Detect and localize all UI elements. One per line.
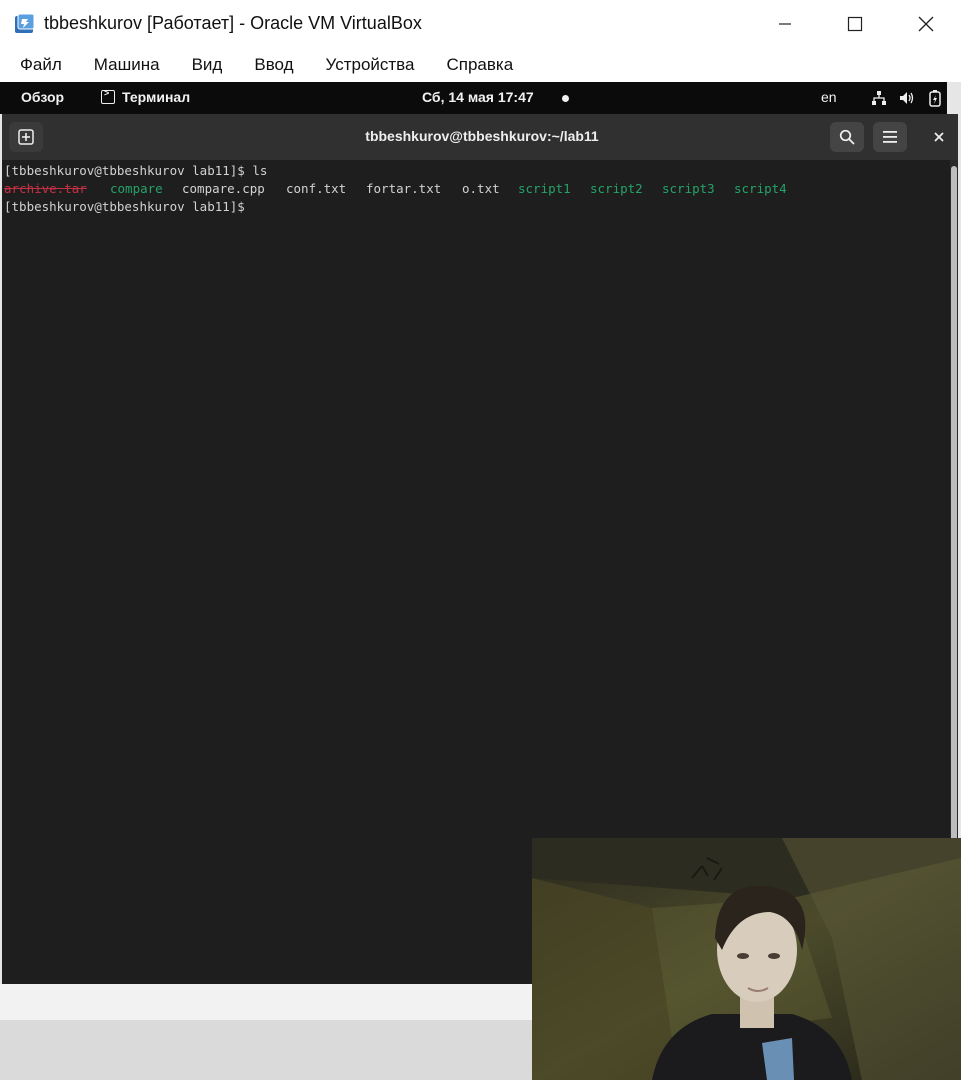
network-icon[interactable] xyxy=(869,88,889,108)
terminal-icon xyxy=(101,88,115,104)
menu-bar: Файл Машина Вид Ввод Устройства Справка xyxy=(0,48,961,82)
file-entry: script1 xyxy=(518,181,571,196)
terminal-header-bar: tbbeshkurov@tbbeshkurov:~/lab11 xyxy=(2,114,958,160)
activities-button[interactable]: Обзор xyxy=(21,89,64,105)
prompt: [tbbeshkurov@tbbeshkurov lab11]$ xyxy=(4,163,253,178)
window-title: tbbeshkurov [Работает] - Oracle VM Virtu… xyxy=(44,13,422,33)
file-entry: fortar.txt xyxy=(366,181,442,196)
file-entry: compare xyxy=(110,181,163,196)
menu-file[interactable]: Файл xyxy=(0,48,78,82)
close-icon xyxy=(934,132,944,142)
file-entry: o.txt xyxy=(462,181,500,196)
battery-icon[interactable] xyxy=(925,88,945,108)
notification-dot xyxy=(562,95,569,102)
volume-icon[interactable] xyxy=(897,88,917,108)
prompt: [tbbeshkurov@tbbeshkurov lab11]$ xyxy=(4,199,253,214)
menu-view[interactable]: Вид xyxy=(176,48,239,82)
virtualbox-icon xyxy=(14,13,36,35)
gnome-top-bar: Обзор Терминал Сб, 14 мая 17:47 en xyxy=(0,82,947,114)
menu-machine[interactable]: Машина xyxy=(78,48,176,82)
app-menu[interactable]: Терминал xyxy=(101,88,191,105)
terminal-close-button[interactable] xyxy=(924,122,954,152)
file-entry: archive.tar xyxy=(4,181,87,196)
clock[interactable]: Сб, 14 мая 17:47 xyxy=(422,89,534,105)
webcam-overlay xyxy=(532,838,961,1080)
menu-help[interactable]: Справка xyxy=(430,48,529,82)
terminal-line: [tbbeshkurov@tbbeshkurov lab11]$ ls xyxy=(4,162,267,180)
search-icon xyxy=(839,129,855,145)
hamburger-menu-button[interactable] xyxy=(873,122,907,152)
keyboard-layout[interactable]: en xyxy=(821,89,837,105)
terminal-line: [tbbeshkurov@tbbeshkurov lab11]$ xyxy=(4,198,252,216)
minimize-button[interactable] xyxy=(750,0,820,48)
window-title-bar: tbbeshkurov [Работает] - Oracle VM Virtu… xyxy=(0,0,961,48)
file-entry: conf.txt xyxy=(286,181,347,196)
maximize-button[interactable] xyxy=(820,0,890,48)
webcam-video xyxy=(532,838,961,1080)
command: ls xyxy=(252,163,268,178)
file-entry: script2 xyxy=(590,181,643,196)
app-menu-label: Терминал xyxy=(122,89,191,105)
hamburger-icon xyxy=(883,131,897,143)
taskbar-area xyxy=(0,984,532,1020)
close-window-button[interactable] xyxy=(891,0,961,48)
file-entry: compare.cpp xyxy=(182,181,265,196)
menu-input[interactable]: Ввод xyxy=(238,48,309,82)
file-entry: script3 xyxy=(662,181,715,196)
search-button[interactable] xyxy=(830,122,864,152)
menu-devices[interactable]: Устройства xyxy=(310,48,431,82)
file-entry: script4 xyxy=(734,181,787,196)
terminal-title: tbbeshkurov@tbbeshkurov:~/lab11 xyxy=(365,128,599,144)
